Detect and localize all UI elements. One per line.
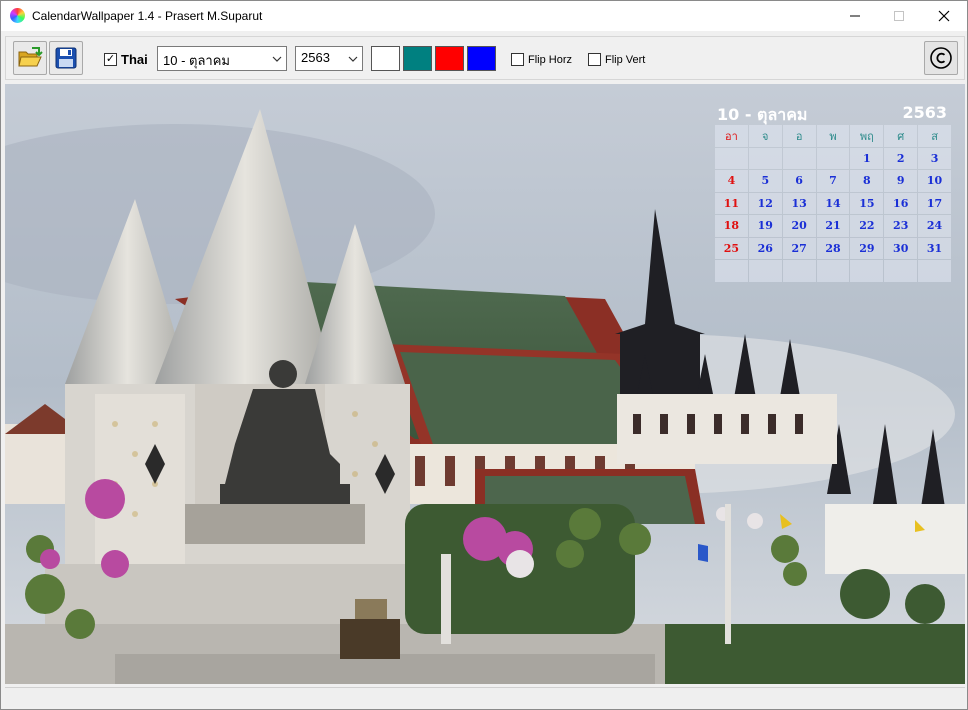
- calendar-day: [918, 260, 951, 282]
- calendar-day: [816, 147, 850, 169]
- minimize-button[interactable]: [832, 1, 878, 31]
- flip-horz-check-box[interactable]: [511, 53, 524, 66]
- calendar-day: 8: [850, 170, 884, 192]
- save-button[interactable]: [49, 41, 83, 75]
- maximize-button[interactable]: [876, 1, 922, 31]
- title-bar: CalendarWallpaper 1.4 - Prasert M.Suparu…: [1, 1, 967, 31]
- close-button[interactable]: [921, 1, 967, 31]
- calendar-day: [850, 260, 884, 282]
- calendar-day: 4: [715, 170, 748, 192]
- calendar-day: 14: [816, 192, 850, 214]
- open-image-button[interactable]: [13, 41, 47, 75]
- calendar-day: [782, 260, 816, 282]
- calendar-grid: อา จ อ พ พฤ ศ ส 1 2 3 4 5 6 7 8 9 10 11 …: [715, 125, 951, 282]
- calendar-day: 25: [715, 237, 748, 259]
- calendar-overlay: 10 - ตุลาคม 2563 อา จ อ พ พฤ ศ ส 1 2 3 4…: [715, 101, 951, 283]
- weekday-header: พฤ: [850, 125, 884, 147]
- year-select[interactable]: 2563: [295, 46, 363, 71]
- calendar-day: 2: [884, 147, 918, 169]
- calendar-day: 13: [782, 192, 816, 214]
- calendar-day: 16: [884, 192, 918, 214]
- calendar-day: 22: [850, 215, 884, 237]
- about-button[interactable]: [924, 41, 958, 75]
- calendar-day: [884, 260, 918, 282]
- calendar-day: [715, 260, 748, 282]
- flip-vert-checkbox[interactable]: Flip Vert: [588, 53, 645, 66]
- year-select-value: 2563: [301, 50, 330, 65]
- calendar-day: 5: [748, 170, 782, 192]
- flip-horz-label: Flip Horz: [528, 53, 573, 66]
- calendar-day: 30: [884, 237, 918, 259]
- color-swatch-red[interactable]: [435, 46, 464, 71]
- calendar-day: 3: [918, 147, 951, 169]
- weekday-header: อ: [782, 125, 816, 147]
- calendar-year: 2563: [902, 103, 947, 122]
- calendar-day: [715, 147, 748, 169]
- calendar-day: 12: [748, 192, 782, 214]
- month-select-value: 10 - ตุลาคม: [163, 53, 230, 68]
- calendar-day: 9: [884, 170, 918, 192]
- weekday-header: อา: [715, 125, 748, 147]
- chevron-down-icon: [348, 56, 358, 62]
- close-icon: [938, 10, 950, 22]
- calendar-day: 29: [850, 237, 884, 259]
- floppy-disk-icon: [55, 47, 77, 69]
- thai-check-box[interactable]: ✓: [104, 53, 117, 66]
- weekday-header: จ: [748, 125, 782, 147]
- folder-open-icon: [18, 47, 43, 67]
- copyright-icon: [930, 47, 952, 69]
- calendar-day: 18: [715, 215, 748, 237]
- calendar-day: 17: [918, 192, 951, 214]
- toolbar: ✓ Thai 10 - ตุลาคม 2563 Flip Horz Flip V…: [5, 36, 965, 80]
- calendar-day: 27: [782, 237, 816, 259]
- maximize-icon: [894, 11, 904, 21]
- wallpaper-preview: 10 - ตุลาคม 2563 อา จ อ พ พฤ ศ ส 1 2 3 4…: [5, 84, 965, 684]
- calendar-day: 20: [782, 215, 816, 237]
- calendar-day: 19: [748, 215, 782, 237]
- calendar-day: 21: [816, 215, 850, 237]
- color-swatch-white[interactable]: [371, 46, 400, 71]
- calendar-day: 10: [918, 170, 951, 192]
- month-select[interactable]: 10 - ตุลาคม: [157, 46, 287, 71]
- calendar-day: 15: [850, 192, 884, 214]
- flip-horz-checkbox[interactable]: Flip Horz: [511, 53, 572, 66]
- calendar-day: [816, 260, 850, 282]
- chevron-down-icon: [272, 56, 282, 62]
- calendar-day: 11: [715, 192, 748, 214]
- calendar-day: 6: [782, 170, 816, 192]
- app-logo-icon: [10, 8, 25, 23]
- calendar-day: [748, 147, 782, 169]
- app-window: CalendarWallpaper 1.4 - Prasert M.Suparu…: [0, 0, 968, 710]
- flip-vert-check-box[interactable]: [588, 53, 601, 66]
- calendar-day: 23: [884, 215, 918, 237]
- weekday-header: ศ: [884, 125, 918, 147]
- weekday-header: พ: [816, 125, 850, 147]
- flip-vert-label: Flip Vert: [605, 53, 646, 66]
- calendar-day: 28: [816, 237, 850, 259]
- color-swatch-blue[interactable]: [467, 46, 496, 71]
- calendar-day: 31: [918, 237, 951, 259]
- window-title: CalendarWallpaper 1.4 - Prasert M.Suparu…: [32, 9, 263, 23]
- calendar-day: [748, 260, 782, 282]
- thai-label: Thai: [121, 52, 148, 67]
- calendar-day: [782, 147, 816, 169]
- calendar-day: 24: [918, 215, 951, 237]
- calendar-day: 26: [748, 237, 782, 259]
- color-swatch-teal[interactable]: [403, 46, 432, 71]
- weekday-header: ส: [918, 125, 951, 147]
- status-bar: [5, 687, 965, 707]
- calendar-day: 7: [816, 170, 850, 192]
- calendar-day: 1: [850, 147, 884, 169]
- thai-checkbox[interactable]: ✓ Thai: [104, 52, 148, 67]
- minimize-icon: [850, 15, 860, 17]
